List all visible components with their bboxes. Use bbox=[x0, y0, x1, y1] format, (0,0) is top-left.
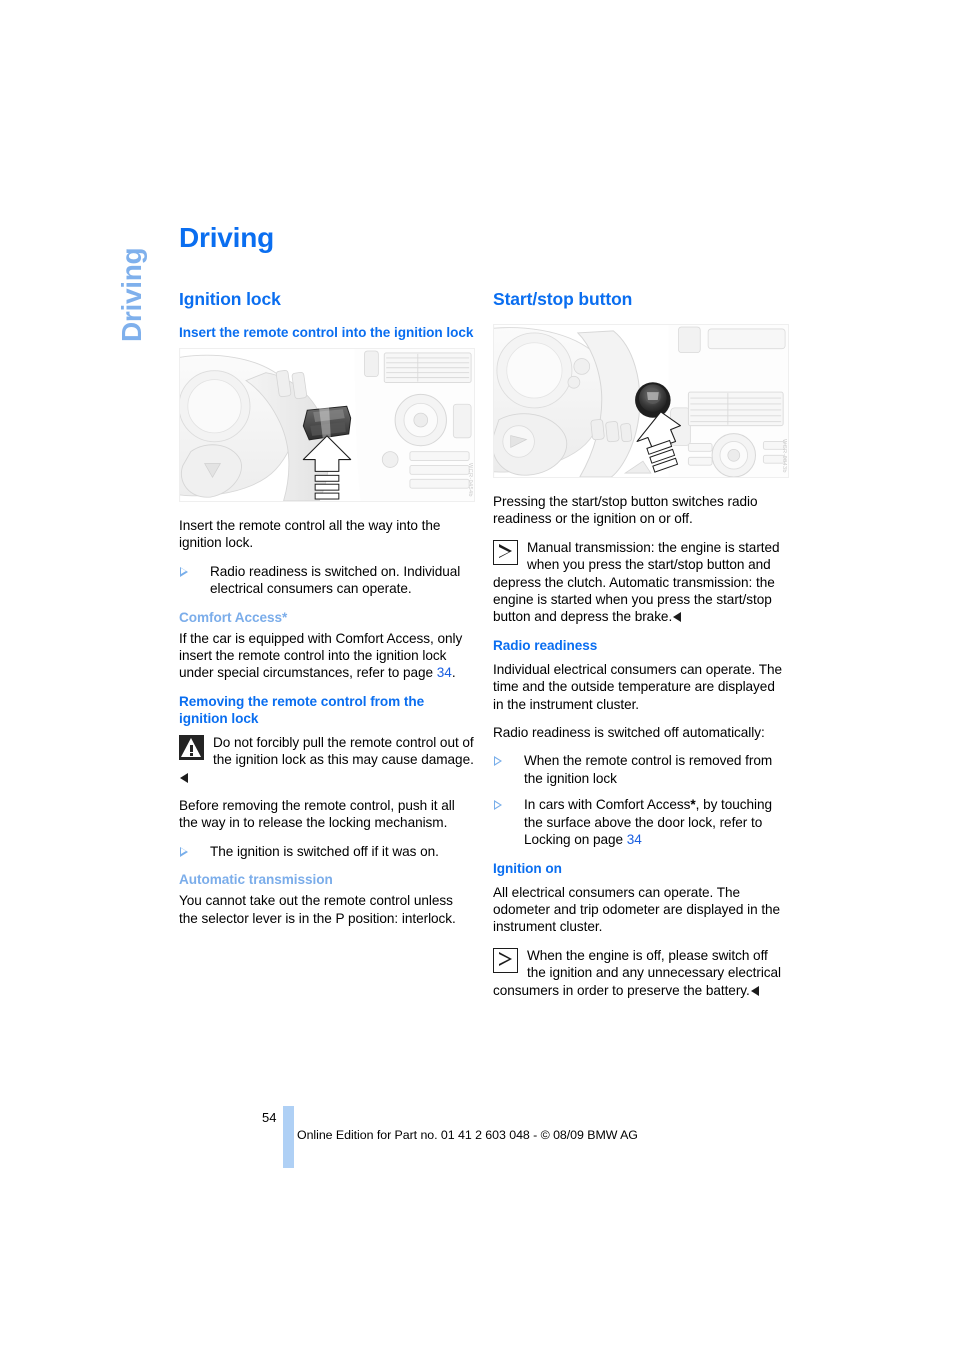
section-heading-ignition-lock: Ignition lock bbox=[179, 289, 281, 309]
chapter-tab-label: Driving bbox=[116, 247, 147, 342]
page-title: Driving bbox=[179, 222, 275, 253]
paragraph-before-removing: Before removing the remote control, push… bbox=[179, 798, 455, 831]
figure-watermark: WCR-0843b bbox=[781, 439, 787, 473]
bullet-triangle-icon bbox=[180, 566, 188, 577]
note-triangle-icon bbox=[493, 947, 518, 973]
list-item: Radio readiness is switched on. Individu… bbox=[179, 563, 475, 598]
right-column: Start/stop button WCR-0843b Pressing the… bbox=[493, 289, 789, 1010]
list-item-label: When the remote control is removed from … bbox=[524, 753, 773, 786]
subheading-ignition-on: Ignition on bbox=[493, 860, 562, 876]
figure-watermark: WCR-0454b bbox=[467, 463, 473, 497]
figure-ignition-lock: WCR-0454b bbox=[179, 348, 475, 502]
list-item: When the remote control is removed from … bbox=[493, 752, 789, 787]
list-item-label: The ignition is switched off if it was o… bbox=[210, 843, 439, 859]
footer-accent-bar bbox=[283, 1106, 294, 1168]
paragraph-ignition-on: All electrical consumers can operate. Th… bbox=[493, 884, 781, 935]
note-end-marker-icon bbox=[673, 612, 682, 623]
page-reference-link[interactable]: 34 bbox=[627, 832, 642, 847]
comfort-access-text-end: . bbox=[451, 665, 456, 681]
paragraph-insert-remote: Insert the remote control all the way in… bbox=[179, 518, 441, 551]
subheading-radio-readiness: Radio readiness bbox=[493, 637, 598, 653]
footer-imprint: Online Edition for Part no. 01 41 2 603 … bbox=[297, 1128, 638, 1142]
note-text-ignition-on: When the engine is off, please switch of… bbox=[493, 947, 782, 998]
warning-note-block: Do not forcibly pull the remote control … bbox=[179, 734, 475, 786]
list-item: The ignition is switched off if it was o… bbox=[179, 843, 475, 860]
paragraph-radio-readiness-1: Individual electrical consumers can oper… bbox=[493, 661, 783, 712]
paragraph-pressing-start-stop: Pressing the start/stop button switches … bbox=[493, 494, 758, 527]
note-block-ignition-on: When the engine is off, please switch of… bbox=[493, 947, 789, 999]
bullet-list-radio-readiness-on: Radio readiness is switched on. Individu… bbox=[179, 563, 475, 598]
list-item-label: In cars with Comfort Access bbox=[524, 797, 691, 813]
manual-page: Driving Driving Ignition lock Insert the… bbox=[0, 0, 954, 1350]
subheading-automatic-transmission: Automatic transmission bbox=[179, 872, 333, 888]
subheading-insert-remote: Insert the remote control into the ignit… bbox=[179, 325, 474, 340]
comfort-access-text: If the car is equipped with Comfort Acce… bbox=[179, 630, 463, 681]
warning-triangle-icon bbox=[179, 734, 204, 760]
list-item-label: Radio readiness is switched on. Individu… bbox=[210, 563, 461, 597]
subheading-comfort-access: Comfort Access* bbox=[179, 609, 288, 625]
figure-start-stop-button: WCR-0843b bbox=[493, 324, 789, 478]
subheading-removing-remote: Removing the remote control from the ign… bbox=[179, 693, 425, 726]
page-number: 54 bbox=[262, 1110, 277, 1125]
bullet-triangle-icon bbox=[494, 800, 502, 811]
warning-note-text: Do not forcibly pull the remote control … bbox=[213, 734, 474, 768]
note-end-marker-icon bbox=[750, 985, 759, 996]
page-reference-link[interactable]: 34 bbox=[437, 665, 452, 680]
bullet-triangle-icon bbox=[180, 846, 188, 857]
paragraph-automatic-transmission: You cannot take out the remote control u… bbox=[179, 893, 456, 926]
left-column: Ignition lock Insert the remote control … bbox=[179, 289, 475, 938]
bullet-list-ignition-off: The ignition is switched off if it was o… bbox=[179, 843, 475, 860]
bullet-list-radio-off-conditions: When the remote control is removed from … bbox=[493, 752, 789, 848]
note-triangle-icon bbox=[493, 539, 518, 565]
bullet-triangle-icon bbox=[494, 756, 502, 767]
note-end-marker-icon bbox=[180, 772, 188, 783]
paragraph-comfort-access: If the car is equipped with Comfort Acce… bbox=[179, 630, 475, 682]
paragraph-radio-readiness-2: Radio readiness is switched off automati… bbox=[493, 725, 765, 741]
section-heading-start-stop-button: Start/stop button bbox=[493, 289, 633, 309]
list-item: In cars with Comfort Access*, by touchin… bbox=[493, 796, 789, 848]
note-block-transmission: Manual transmission: the engine is start… bbox=[493, 539, 789, 626]
